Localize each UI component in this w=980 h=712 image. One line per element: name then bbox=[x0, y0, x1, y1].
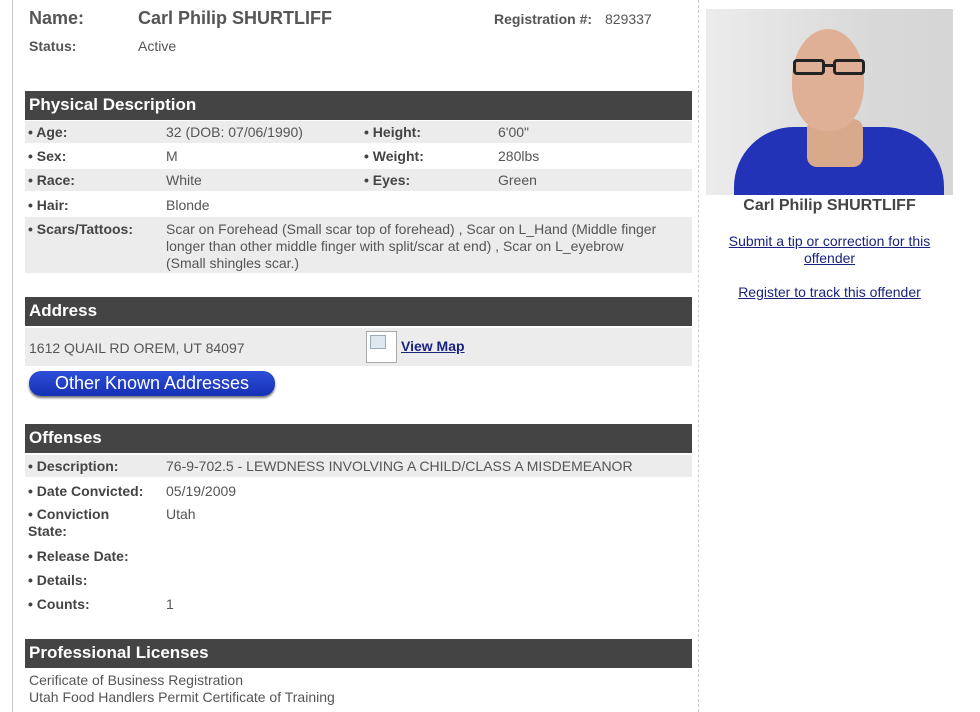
offense-row-date-convicted: • Date Convicted: 05/19/2009 bbox=[25, 479, 692, 501]
physical-row-scars: • Scars/Tattoos: Scar on Forehead (Small… bbox=[25, 217, 692, 273]
photo-caption-name: Carl Philip SHURTLIFF bbox=[743, 197, 916, 214]
view-map-link[interactable]: View Map bbox=[401, 338, 465, 354]
physical-row-hair: • Hair: Blonde bbox=[25, 193, 692, 215]
address-header: Address bbox=[25, 297, 692, 326]
conviction-state-label-1: • Conviction bbox=[28, 506, 110, 522]
offense-row-release-date: • Release Date: bbox=[25, 544, 692, 566]
glasses-graphic bbox=[793, 59, 869, 77]
physical-row-race: • Race: White • Eyes: Green bbox=[25, 169, 692, 191]
counts-value: 1 bbox=[166, 596, 174, 612]
status-value: Active bbox=[138, 38, 177, 54]
scars-line-2: longer than other middle finger with spl… bbox=[166, 238, 624, 254]
sidebar-divider bbox=[698, 0, 699, 712]
offense-row-description: • Description: 76-9-702.5 - LEWDNESS INV… bbox=[25, 455, 692, 477]
physical-description-header: Physical Description bbox=[25, 91, 692, 120]
conviction-state-label-2: State: bbox=[28, 523, 67, 539]
age-value: 32 (DOB: 07/06/1990) bbox=[166, 124, 303, 140]
address-value: 1612 QUAIL RD OREM, UT 84097 bbox=[29, 340, 245, 356]
date-convicted-value: 05/19/2009 bbox=[166, 483, 237, 499]
physical-row-sex: • Sex: M • Weight: 280lbs bbox=[25, 145, 692, 167]
status-label: Status: bbox=[29, 38, 77, 54]
offense-row-counts: • Counts: 1 bbox=[25, 592, 692, 614]
description-value: 76-9-702.5 - LEWDNESS INVOLVING A CHILD/… bbox=[166, 458, 633, 474]
details-label: • Details: bbox=[28, 572, 88, 588]
sex-label: • Sex: bbox=[28, 148, 67, 164]
professional-licenses-header: Professional Licenses bbox=[25, 639, 692, 668]
scars-line-1: Scar on Forehead (Small scar top of fore… bbox=[166, 221, 657, 237]
eyes-value: Green bbox=[498, 172, 537, 188]
map-thumbnail-icon[interactable] bbox=[366, 331, 397, 363]
eyes-label: • Eyes: bbox=[364, 172, 411, 188]
registration-label: Registration #: bbox=[494, 11, 593, 27]
licenses-list: Cerificate of Business Registration Utah… bbox=[25, 671, 692, 707]
hair-value: Blonde bbox=[166, 197, 210, 213]
scars-value: Scar on Forehead (Small scar top of fore… bbox=[166, 221, 691, 272]
offender-name: Carl Philip SHURTLIFF bbox=[138, 8, 333, 28]
description-label: • Description: bbox=[28, 458, 119, 474]
name-label: Name: bbox=[29, 8, 85, 28]
address-row: 1612 QUAIL RD OREM, UT 84097 bbox=[25, 328, 692, 366]
hair-label: • Hair: bbox=[28, 197, 69, 213]
counts-label: • Counts: bbox=[28, 596, 90, 612]
submit-tip-link[interactable]: Submit a tip or correction for this offe… bbox=[706, 233, 953, 267]
page-border bbox=[12, 0, 13, 712]
registration-number: 829337 bbox=[605, 11, 652, 27]
age-label: • Age: bbox=[28, 124, 68, 140]
weight-label: • Weight: bbox=[364, 148, 424, 164]
conviction-state-label: • Conviction State: bbox=[28, 506, 109, 540]
other-known-addresses-button[interactable]: Other Known Addresses bbox=[29, 371, 275, 396]
register-track-link[interactable]: Register to track this offender bbox=[706, 284, 953, 301]
license-item-1: Cerificate of Business Registration bbox=[29, 672, 243, 688]
race-label: • Race: bbox=[28, 172, 75, 188]
scars-label: • Scars/Tattoos: bbox=[28, 221, 133, 237]
offense-row-conviction-state: • Conviction State: Utah bbox=[25, 503, 692, 541]
license-item: Cerificate of Business Registration Utah… bbox=[29, 672, 335, 706]
race-value: White bbox=[166, 172, 202, 188]
weight-value: 280lbs bbox=[498, 148, 540, 164]
license-item-2: Utah Food Handlers Permit Certificate of… bbox=[29, 689, 335, 705]
release-date-label: • Release Date: bbox=[28, 548, 129, 564]
physical-row-age: • Age: 32 (DOB: 07/06/1990) • Height: 6'… bbox=[25, 121, 692, 143]
date-convicted-label: • Date Convicted: bbox=[28, 483, 144, 499]
height-label: • Height: bbox=[364, 124, 422, 140]
sex-value: M bbox=[166, 148, 178, 164]
scars-line-3: (Small shingles scar.) bbox=[166, 255, 300, 271]
offender-photo bbox=[706, 9, 953, 195]
offense-row-details: • Details: bbox=[25, 568, 692, 590]
submit-tip-link-line-2[interactable]: offender bbox=[706, 250, 953, 267]
offenses-header: Offenses bbox=[25, 424, 692, 453]
height-value: 6'00" bbox=[498, 124, 530, 140]
conviction-state-value: Utah bbox=[166, 506, 196, 522]
submit-tip-link-line-1[interactable]: Submit a tip or correction for this bbox=[706, 233, 953, 250]
